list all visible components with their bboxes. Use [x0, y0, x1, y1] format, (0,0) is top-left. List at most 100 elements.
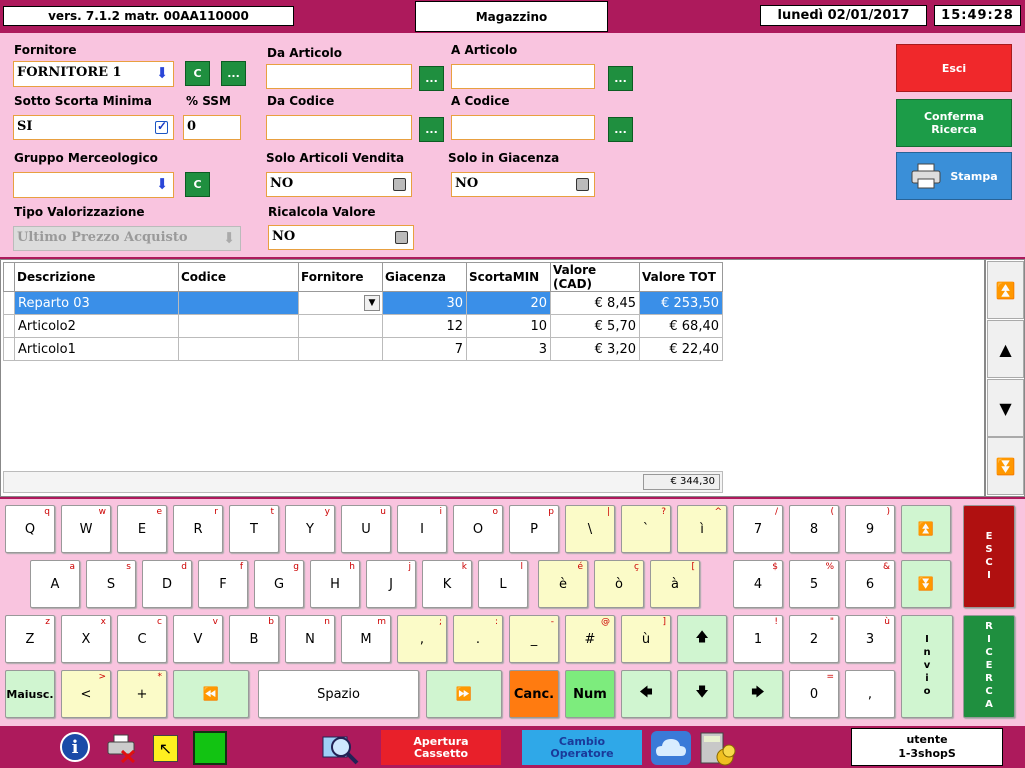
- cell-scorta[interactable]: 20: [466, 291, 551, 315]
- solo-giacenza-field[interactable]: NO: [451, 172, 595, 197]
- key-9-r3[interactable]: _ -: [509, 615, 559, 663]
- chevron-down-icon[interactable]: ▼: [364, 295, 380, 311]
- cell-codice[interactable]: [178, 314, 299, 338]
- key-0-r3[interactable]: Zz: [5, 615, 55, 663]
- key-3-r3[interactable]: Vv: [173, 615, 223, 663]
- key-14-r2[interactable]: 6 &: [845, 560, 895, 608]
- key-2-r3[interactable]: Cc: [117, 615, 167, 663]
- cloud-icon[interactable]: [650, 730, 692, 766]
- cursor-icon[interactable]: ↖: [153, 735, 178, 762]
- plus-key[interactable]: + *: [117, 670, 167, 718]
- key-3-r1[interactable]: Rr: [173, 505, 223, 553]
- col-fornitore[interactable]: Fornitore: [298, 262, 383, 292]
- printer-error-icon[interactable]: [106, 733, 138, 764]
- key-13-r1[interactable]: 7/: [733, 505, 783, 553]
- table-row[interactable]: Articolo1 7 3 € 3,20 € 22,40: [3, 337, 723, 361]
- scroll-bottom-icon[interactable]: ⏬: [987, 437, 1024, 495]
- cell-tot[interactable]: € 68,40: [639, 314, 723, 338]
- scroll-up-icon[interactable]: ▲: [987, 320, 1024, 378]
- key-9-r1[interactable]: Pp: [509, 505, 559, 553]
- key-11-r2[interactable]: à[: [650, 560, 700, 608]
- cambio-operatore-button[interactable]: Cambio Operatore: [522, 730, 642, 765]
- key-5-r3[interactable]: Nn: [285, 615, 335, 663]
- key-14-r1[interactable]: 8(: [789, 505, 839, 553]
- key-14-r3[interactable]: 3ù: [845, 615, 895, 663]
- cell-fornitore-dropdown[interactable]: ▼: [298, 291, 383, 315]
- da-codice-input[interactable]: [266, 115, 412, 140]
- key-1-r1[interactable]: Ww: [61, 505, 111, 553]
- a-articolo-input[interactable]: [451, 64, 595, 89]
- key-0-r1[interactable]: Qq: [5, 505, 55, 553]
- invio-key[interactable]: Invio: [901, 615, 953, 718]
- checkbox-icon[interactable]: [576, 178, 589, 191]
- key-7-r2[interactable]: Kk: [422, 560, 472, 608]
- maiusc-key[interactable]: Maiusc.: [5, 670, 55, 718]
- key-5-r1[interactable]: Yy: [285, 505, 335, 553]
- esci-button[interactable]: Esci: [896, 44, 1012, 92]
- cell-descrizione[interactable]: Reparto 03: [14, 291, 179, 315]
- cell-codice[interactable]: [178, 337, 299, 361]
- a-codice-input[interactable]: [451, 115, 595, 140]
- key-1-r2[interactable]: Ss: [86, 560, 136, 608]
- key-5-r2[interactable]: Hh: [310, 560, 360, 608]
- calculator-coins-icon[interactable]: [697, 729, 737, 767]
- key-0-r2[interactable]: Aa: [30, 560, 80, 608]
- solo-vendita-field[interactable]: NO: [266, 172, 412, 197]
- scroll-bottom-key[interactable]: ⏬: [901, 560, 951, 608]
- key-11-r3[interactable]: ù]: [621, 615, 671, 663]
- spazio-key[interactable]: Spazio: [258, 670, 419, 718]
- cell-tot[interactable]: € 22,40: [639, 337, 723, 361]
- key-13-r3[interactable]: 2 ": [789, 615, 839, 663]
- conferma-ricerca-button[interactable]: Conferma Ricerca: [896, 99, 1012, 147]
- key-10-r1[interactable]: \ |: [565, 505, 615, 553]
- a-articolo-browse-button[interactable]: ...: [608, 66, 633, 91]
- comma-key[interactable]: ,: [845, 670, 895, 718]
- apertura-cassetto-button[interactable]: Apertura Cassetto: [381, 730, 501, 765]
- cell-valore[interactable]: € 3,20: [550, 337, 640, 361]
- num-key[interactable]: Num: [565, 670, 615, 718]
- info-icon[interactable]: i: [60, 732, 90, 762]
- canc-key[interactable]: Canc.: [509, 670, 559, 718]
- less-than-key[interactable]: < >: [61, 670, 111, 718]
- gruppo-clear-button[interactable]: C: [185, 172, 210, 197]
- ricerca-key[interactable]: RICERCA: [963, 615, 1015, 718]
- cell-descrizione[interactable]: Articolo2: [14, 314, 179, 338]
- key-10-r3[interactable]: # @: [565, 615, 615, 663]
- key-12-r1[interactable]: ì ^: [677, 505, 727, 553]
- arrow-left-key[interactable]: 🡄: [621, 670, 671, 718]
- da-codice-browse-button[interactable]: ...: [419, 117, 444, 142]
- checkbox-icon[interactable]: [393, 178, 406, 191]
- cell-giacenza[interactable]: 7: [382, 337, 467, 361]
- zero-key[interactable]: 0 =: [789, 670, 839, 718]
- cell-descrizione[interactable]: Articolo1: [14, 337, 179, 361]
- col-giacenza[interactable]: Giacenza: [382, 262, 467, 292]
- key-6-r1[interactable]: Uu: [341, 505, 391, 553]
- col-codice[interactable]: Codice: [178, 262, 299, 292]
- cell-codice[interactable]: [178, 291, 299, 315]
- cell-giacenza[interactable]: 30: [382, 291, 467, 315]
- key-6-r2[interactable]: Jj: [366, 560, 416, 608]
- scroll-top-icon[interactable]: ⏫: [987, 261, 1024, 319]
- gruppo-select[interactable]: ⬇: [13, 172, 174, 198]
- key-4-r2[interactable]: Gg: [254, 560, 304, 608]
- col-scortamin[interactable]: ScortaMIN: [466, 262, 551, 292]
- key-8-r3[interactable]: .:: [453, 615, 503, 663]
- esci-key[interactable]: ESCI: [963, 505, 1015, 608]
- key-12-r2[interactable]: 4 $: [733, 560, 783, 608]
- col-descrizione[interactable]: Descrizione: [14, 262, 179, 292]
- col-valore-cad[interactable]: Valore (CAD): [550, 262, 640, 292]
- key-4-r1[interactable]: Tt: [229, 505, 279, 553]
- sotto-scorta-field[interactable]: SI: [13, 115, 174, 140]
- key-12-r3[interactable]: 1!: [733, 615, 783, 663]
- cell-fornitore[interactable]: [298, 314, 383, 338]
- key-2-r2[interactable]: Dd: [142, 560, 192, 608]
- key-15-r1[interactable]: 9): [845, 505, 895, 553]
- fornitore-select[interactable]: FORNITORE 1 ⬇: [13, 61, 174, 87]
- cell-giacenza[interactable]: 12: [382, 314, 467, 338]
- status-green-icon[interactable]: [193, 731, 227, 765]
- key-13-r2[interactable]: 5%: [789, 560, 839, 608]
- checkbox-checked-icon[interactable]: [155, 118, 168, 135]
- fornitore-clear-button[interactable]: C: [185, 61, 210, 86]
- fornitore-browse-button[interactable]: ...: [221, 61, 246, 86]
- cell-valore[interactable]: € 5,70: [550, 314, 640, 338]
